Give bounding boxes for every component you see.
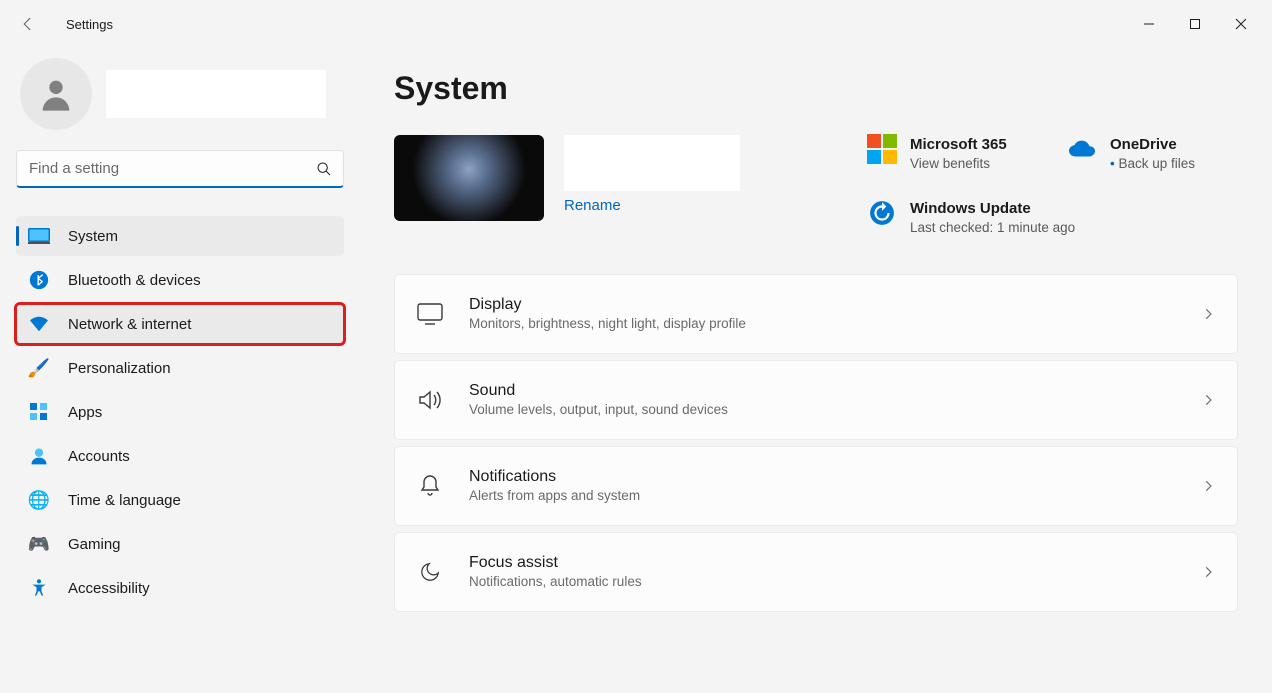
nav-label: Time & language — [68, 492, 181, 509]
gaming-icon: 🎮 — [28, 533, 50, 555]
update-icon — [868, 199, 896, 227]
back-button[interactable] — [8, 4, 48, 44]
setting-list: Display Monitors, brightness, night light… — [394, 274, 1238, 612]
window-controls — [1126, 4, 1264, 44]
setting-sub: Volume levels, output, input, sound devi… — [469, 402, 1201, 417]
sound-icon — [417, 387, 443, 413]
display-icon — [417, 301, 443, 327]
wallpaper-thumb[interactable] — [394, 135, 544, 221]
device-name-placeholder — [564, 135, 740, 191]
nav-label: Accessibility — [68, 580, 150, 597]
quick-sub: Last checked: 1 minute ago — [910, 219, 1075, 238]
top-cards: Rename Microsoft 365View benefits OneDri… — [394, 135, 1238, 238]
nav-time-language[interactable]: 🌐 Time & language — [16, 480, 344, 520]
chevron-right-icon — [1201, 565, 1215, 579]
device-block: Rename — [394, 135, 740, 221]
nav-system[interactable]: System — [16, 216, 344, 256]
nav-label: Accounts — [68, 448, 130, 465]
setting-sub: Notifications, automatic rules — [469, 574, 1201, 589]
minimize-icon — [1143, 18, 1155, 30]
setting-display[interactable]: Display Monitors, brightness, night light… — [394, 274, 1238, 354]
search-wrap — [16, 150, 344, 188]
maximize-icon — [1189, 18, 1201, 30]
maximize-button[interactable] — [1172, 4, 1218, 44]
quick-title: Windows Update — [910, 199, 1075, 219]
wifi-icon — [28, 313, 50, 335]
setting-title: Notifications — [469, 468, 1201, 486]
close-icon — [1235, 18, 1247, 30]
quick-title: OneDrive — [1110, 135, 1195, 155]
nav-label: Apps — [68, 404, 102, 421]
chevron-right-icon — [1201, 393, 1215, 407]
nav-gaming[interactable]: 🎮 Gaming — [16, 524, 344, 564]
setting-title: Display — [469, 296, 1201, 314]
quick-windows-update[interactable]: Windows UpdateLast checked: 1 minute ago — [868, 199, 1238, 237]
setting-title: Sound — [469, 382, 1201, 400]
main-content: System Rename Microsoft 365View benefits… — [360, 48, 1272, 693]
bell-icon — [417, 473, 443, 499]
arrow-left-icon — [19, 15, 37, 33]
chevron-right-icon — [1201, 307, 1215, 321]
chevron-right-icon — [1201, 479, 1215, 493]
nav-label: Bluetooth & devices — [68, 272, 201, 289]
quick-title: Microsoft 365 — [910, 135, 1007, 155]
search-input[interactable] — [16, 150, 344, 188]
setting-notifications[interactable]: Notifications Alerts from apps and system — [394, 446, 1238, 526]
profile-block[interactable] — [16, 58, 344, 130]
accessibility-icon — [28, 577, 50, 599]
setting-focus-assist[interactable]: Focus assist Notifications, automatic rul… — [394, 532, 1238, 612]
nav-label: Personalization — [68, 360, 171, 377]
nav-label: Network & internet — [68, 316, 191, 333]
moon-icon — [417, 559, 443, 585]
system-icon — [28, 225, 50, 247]
quick-links: Microsoft 365View benefits OneDriveBack … — [868, 135, 1238, 238]
nav-list: System Bluetooth & devices Network & int… — [16, 216, 344, 608]
title-bar: Settings — [0, 0, 1272, 48]
quick-m365[interactable]: Microsoft 365View benefits — [868, 135, 1058, 173]
nav-network[interactable]: Network & internet — [16, 304, 344, 344]
setting-sub: Monitors, brightness, night light, displ… — [469, 316, 1201, 331]
microsoft-365-icon — [868, 135, 896, 163]
page-title: System — [394, 70, 1238, 107]
apps-icon — [28, 401, 50, 423]
nav-personalization[interactable]: 🖌️ Personalization — [16, 348, 344, 388]
quick-onedrive[interactable]: OneDriveBack up files — [1068, 135, 1238, 173]
profile-name-placeholder — [106, 70, 326, 118]
minimize-button[interactable] — [1126, 4, 1172, 44]
setting-title: Focus assist — [469, 554, 1201, 572]
nav-label: System — [68, 228, 118, 245]
quick-sub: View benefits — [910, 155, 1007, 174]
nav-accounts[interactable]: Accounts — [16, 436, 344, 476]
bluetooth-icon — [28, 269, 50, 291]
nav-label: Gaming — [68, 536, 121, 553]
sidebar: System Bluetooth & devices Network & int… — [0, 48, 360, 693]
avatar — [20, 58, 92, 130]
nav-bluetooth[interactable]: Bluetooth & devices — [16, 260, 344, 300]
onedrive-icon — [1068, 135, 1096, 163]
rename-link[interactable]: Rename — [564, 197, 740, 214]
app-title: Settings — [66, 17, 113, 32]
nav-apps[interactable]: Apps — [16, 392, 344, 432]
setting-sub: Alerts from apps and system — [469, 488, 1201, 503]
nav-accessibility[interactable]: Accessibility — [16, 568, 344, 608]
brush-icon: 🖌️ — [28, 357, 50, 379]
setting-sound[interactable]: Sound Volume levels, output, input, sound… — [394, 360, 1238, 440]
globe-icon: 🌐 — [28, 489, 50, 511]
person-icon — [36, 74, 76, 114]
quick-sub: Back up files — [1110, 155, 1195, 174]
accounts-icon — [28, 445, 50, 467]
close-button[interactable] — [1218, 4, 1264, 44]
